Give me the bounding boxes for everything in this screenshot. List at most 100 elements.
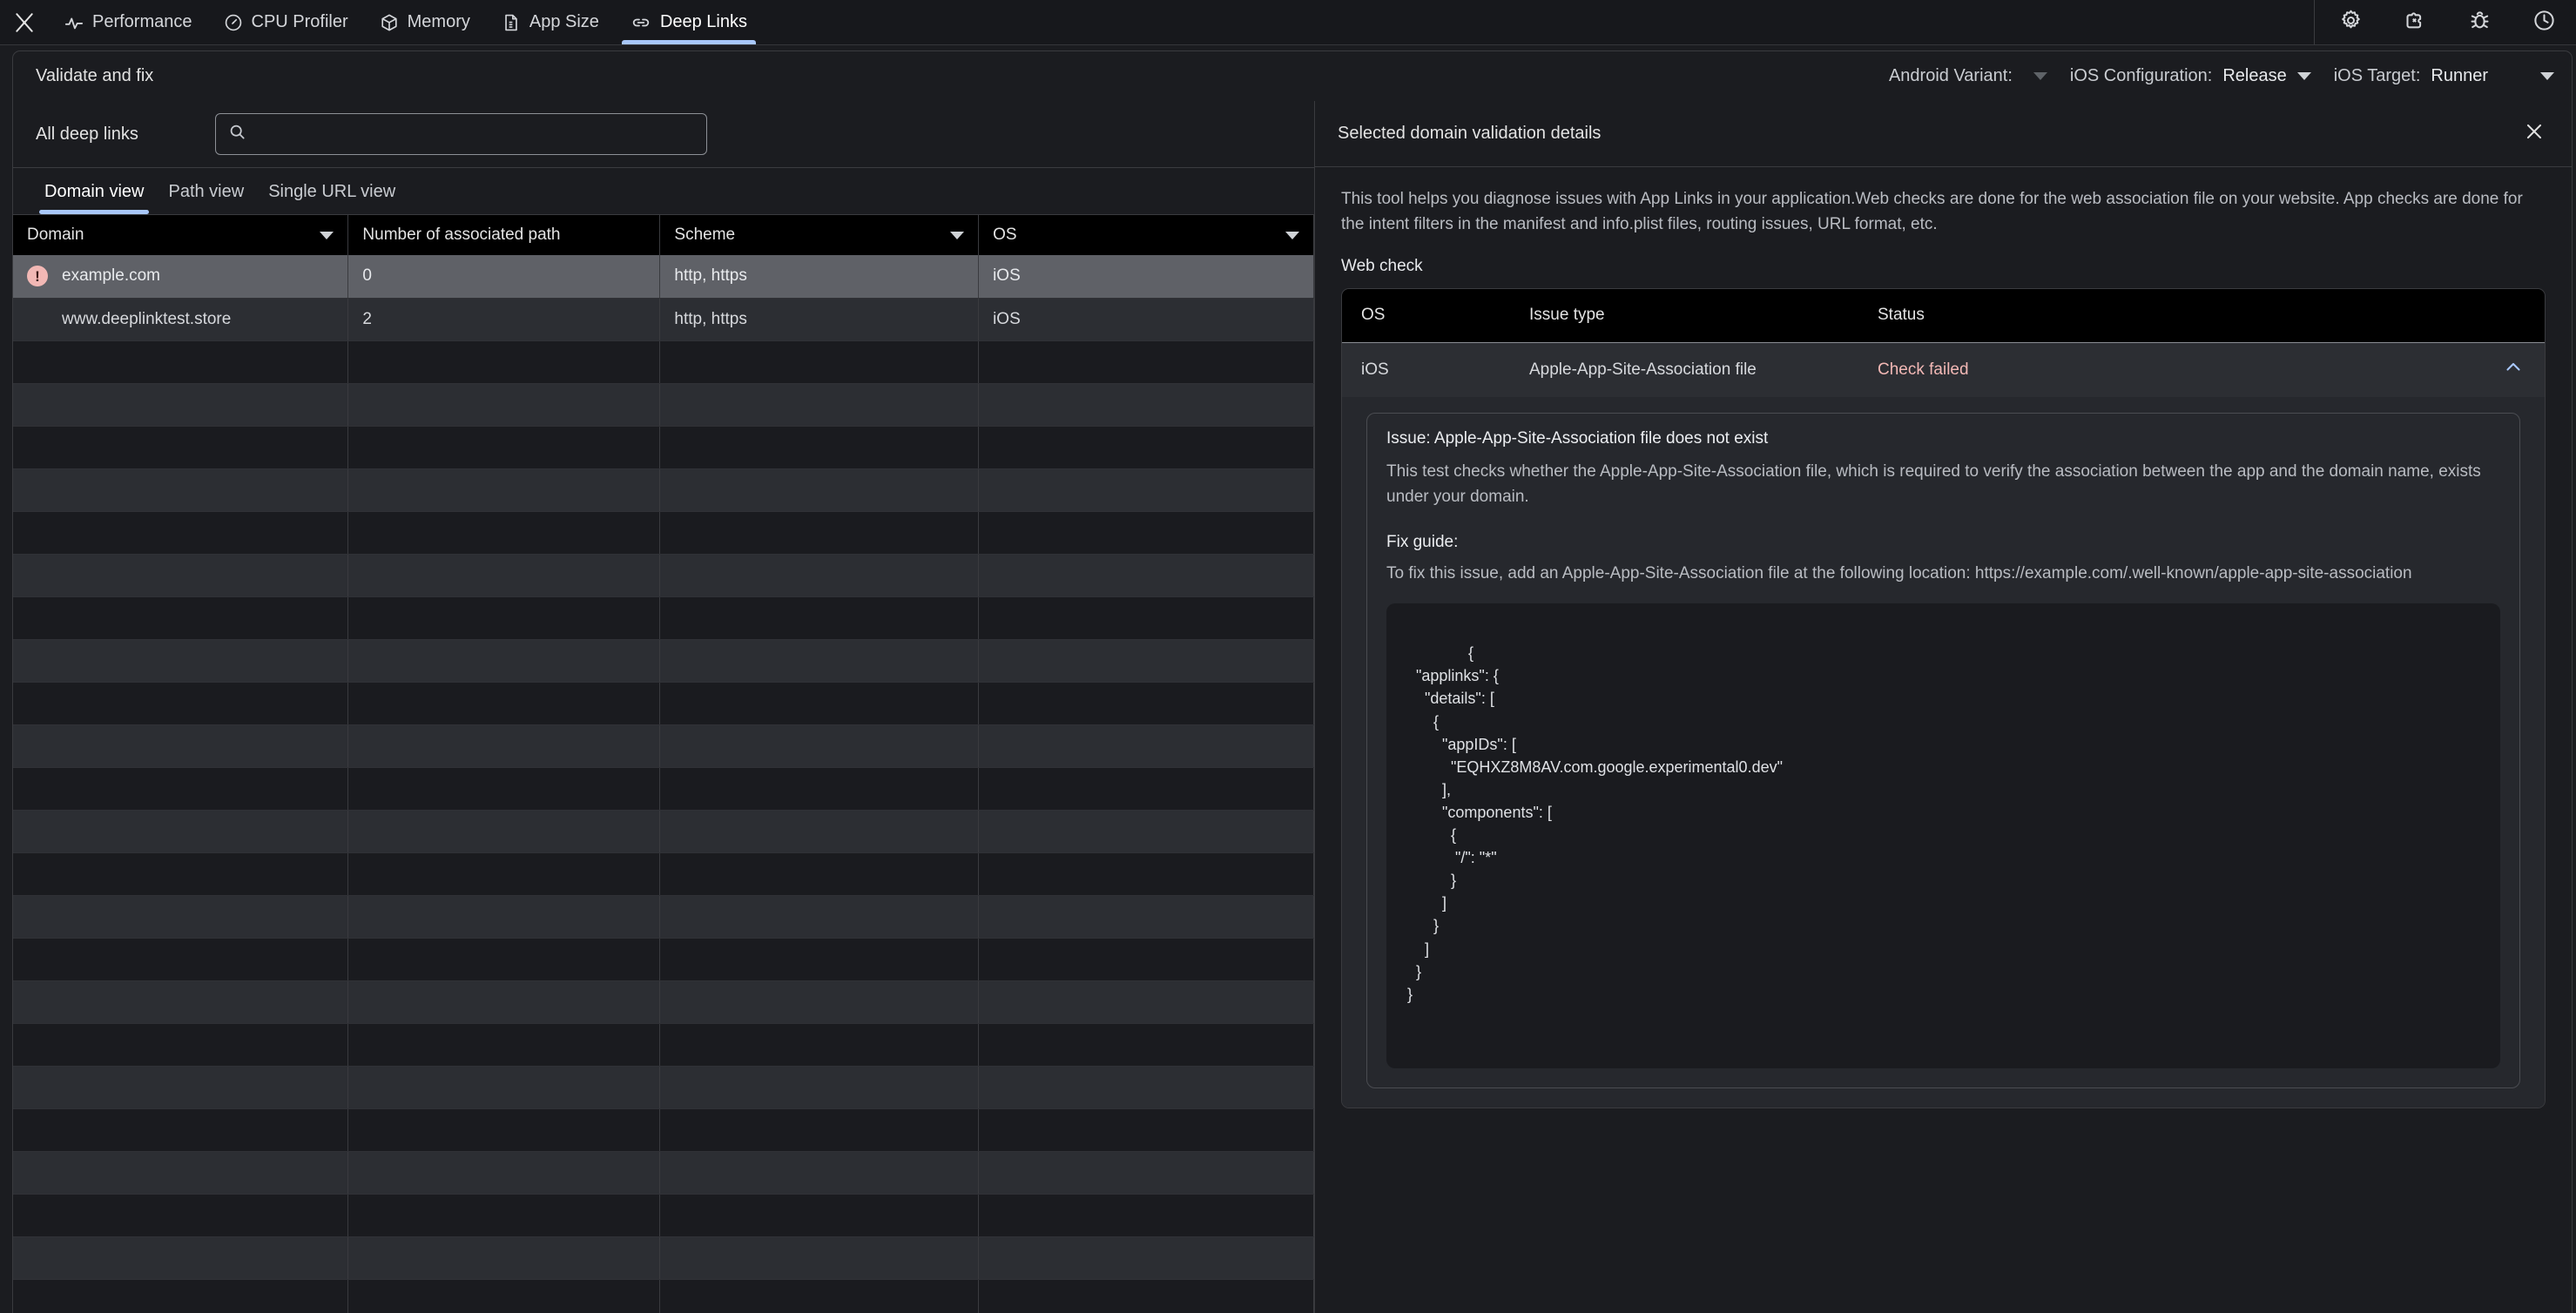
- table-row-empty: [13, 340, 1314, 384]
- column-header-domain[interactable]: Domain: [13, 215, 349, 255]
- sort-chevron-down-icon[interactable]: [320, 231, 334, 239]
- column-header-paths[interactable]: Number of associated path: [347, 215, 661, 255]
- table-row-empty: [13, 895, 1314, 939]
- copy-icon: [2423, 603, 2500, 663]
- ios-target-label: iOS Target:: [2333, 66, 2421, 85]
- table-head: Domain Number of associated path Scheme: [13, 215, 1314, 255]
- table-row-empty: [13, 1151, 1314, 1195]
- web-check-issue-type-value: Apple-App-Site-Association file: [1529, 360, 1757, 379]
- status-badge: Check failed: [1878, 360, 1969, 379]
- column-header-os[interactable]: OS: [978, 215, 1314, 255]
- web-check-os-value: iOS: [1361, 360, 1389, 379]
- tool-description: This tool helps you diagnose issues with…: [1341, 190, 2523, 234]
- search-box[interactable]: [214, 113, 707, 155]
- ios-target-selector[interactable]: iOS Target: Runner: [2334, 66, 2554, 86]
- issue-detail-card: Issue: Apple-App-Site-Association file d…: [1342, 396, 2545, 1108]
- table-row-empty: [13, 980, 1314, 1024]
- cell-domain: www.deeplinktest.store: [13, 298, 349, 341]
- web-check-column-issue-type: Issue type: [1529, 306, 1605, 325]
- column-header-scheme[interactable]: Scheme: [659, 215, 980, 255]
- table-row-empty: [13, 383, 1314, 427]
- details-panel-body: This tool helps you diagnose issues with…: [1315, 167, 2572, 1313]
- deep-links-list-panel: All deep links Domain view Path view Sin…: [13, 101, 1315, 1313]
- code-content: { "applinks": { "details": [ { "appIDs":…: [1407, 644, 1783, 1003]
- android-variant-selector[interactable]: Android Variant:: [1889, 66, 2047, 86]
- copy-code-button[interactable]: [2458, 614, 2485, 640]
- column-label: Number of associated path: [362, 226, 561, 244]
- table-row-empty: [13, 468, 1314, 512]
- table-row-empty: [13, 554, 1314, 597]
- cell-domain-text: www.deeplinktest.store: [62, 309, 232, 328]
- search-input[interactable]: [254, 125, 694, 144]
- tab-path-view[interactable]: Path view: [156, 182, 256, 214]
- sort-chevron-down-icon[interactable]: [950, 231, 965, 239]
- tab-label: Domain view: [44, 182, 145, 201]
- report-bug-button[interactable]: [2447, 0, 2512, 45]
- column-label: Scheme: [674, 226, 736, 244]
- page-title: Validate and fix: [36, 66, 154, 85]
- search-icon: [228, 123, 246, 145]
- tab-app-size[interactable]: App Size: [486, 0, 615, 44]
- history-button[interactable]: [2512, 0, 2576, 45]
- ios-configuration-selector[interactable]: iOS Configuration: Release: [2070, 66, 2311, 86]
- cell-os: iOS: [978, 298, 1314, 341]
- web-check-heading: Web check: [1341, 256, 1423, 275]
- table-row-empty: [13, 682, 1314, 725]
- table-row-empty: [13, 1023, 1314, 1067]
- table-body: ! example.com 0 http, https iOS www.deeplinkt…: [13, 255, 1314, 1313]
- table-row[interactable]: ! example.com 0 http, https iOS: [13, 255, 1314, 299]
- tab-memory[interactable]: Memory: [364, 0, 486, 44]
- tab-single-url-view[interactable]: Single URL view: [256, 182, 408, 214]
- pulse-icon: [64, 13, 84, 32]
- settings-button[interactable]: [2318, 0, 2383, 45]
- details-panel-title: Selected domain validation details: [1338, 124, 1602, 143]
- table-row-empty: [13, 1066, 1314, 1109]
- table-row-empty: [13, 1279, 1314, 1313]
- tab-label: Path view: [168, 182, 245, 201]
- cell-domain-text: example.com: [62, 266, 160, 286]
- web-check-table: OS Issue type Status iOS Apple-App-Site-…: [1341, 287, 2546, 1108]
- link-icon: [631, 12, 651, 33]
- tab-performance[interactable]: Performance: [49, 0, 208, 44]
- chevron-up-icon[interactable]: [2503, 357, 2524, 383]
- view-tabs: Domain view Path view Single URL view: [13, 167, 1314, 214]
- chevron-down-icon[interactable]: [2296, 72, 2311, 80]
- table-row-empty: [13, 511, 1314, 555]
- table-row-empty: [13, 639, 1314, 683]
- table-header-row: Domain Number of associated path Scheme: [13, 215, 1314, 255]
- sort-chevron-down-icon[interactable]: [1285, 231, 1299, 239]
- tab-label: Deep Links: [659, 12, 747, 31]
- association-file-code-block: { "applinks": { "details": [ { "appIDs":…: [1386, 603, 2500, 1068]
- cell-paths: 2: [347, 298, 661, 341]
- tab-label: Single URL view: [268, 182, 396, 201]
- cell-paths: 0: [347, 255, 661, 299]
- file-size-icon: [502, 13, 521, 32]
- tab-deep-links[interactable]: Deep Links: [615, 0, 763, 44]
- cube-icon: [380, 13, 399, 32]
- toolbar-actions: [2314, 0, 2576, 44]
- gauge-icon: [224, 13, 243, 32]
- validate-and-fix-header: Validate and fix Android Variant: iOS Co…: [12, 50, 2573, 101]
- web-check-row[interactable]: iOS Apple-App-Site-Association file Chec…: [1342, 342, 2545, 397]
- fix-guide-label: Fix guide:: [1386, 532, 1459, 551]
- tab-label: App Size: [529, 12, 599, 31]
- extensions-button[interactable]: [2383, 0, 2447, 45]
- table-row-empty: [13, 426, 1314, 469]
- chevron-down-icon[interactable]: [2540, 72, 2554, 80]
- table-row[interactable]: www.deeplinktest.store 2 http, https iOS: [13, 298, 1314, 341]
- tab-label: Memory: [407, 12, 470, 31]
- tab-cpu-profiler[interactable]: CPU Profiler: [208, 0, 364, 44]
- ios-configuration-value: Release: [2222, 66, 2287, 85]
- cell-scheme: http, https: [659, 255, 980, 299]
- table-row-empty: [13, 724, 1314, 768]
- tab-domain-view[interactable]: Domain view: [32, 182, 156, 214]
- close-details-button[interactable]: [2519, 119, 2549, 149]
- chevron-down-icon[interactable]: [2033, 72, 2047, 80]
- tab-label: Performance: [92, 12, 192, 31]
- web-check-column-os: OS: [1361, 306, 1386, 325]
- table-row-empty: [13, 1194, 1314, 1237]
- build-selectors: Android Variant: iOS Configuration: Rele…: [1866, 66, 2572, 86]
- table-row-empty: [13, 767, 1314, 811]
- column-label: OS: [993, 226, 1017, 244]
- top-tab-bar: Performance CPU Profiler Memory App Size: [0, 0, 2576, 45]
